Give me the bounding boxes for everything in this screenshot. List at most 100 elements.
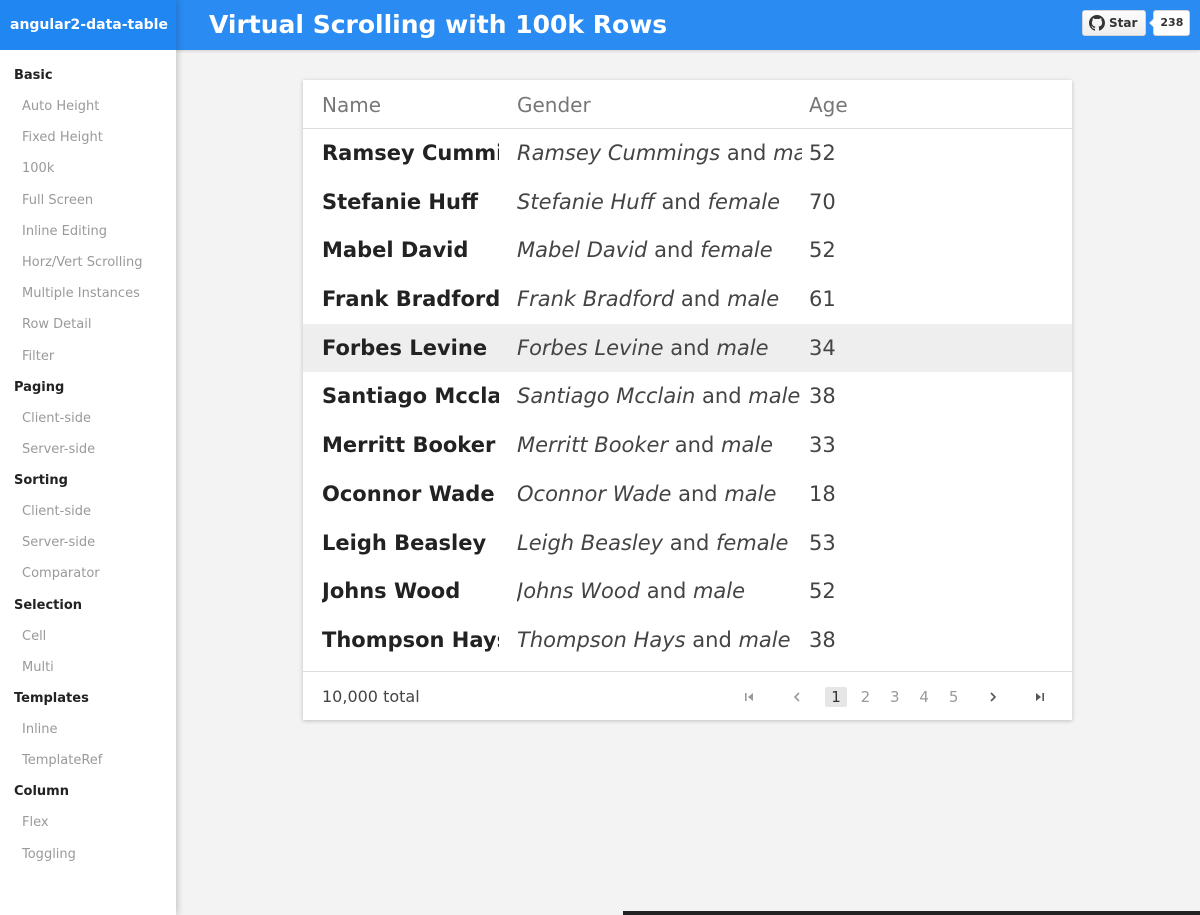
gender-cell-name: Merritt Booker — [517, 433, 669, 458]
last-page-icon[interactable] — [1030, 687, 1050, 707]
gender-cell-joiner: and — [674, 433, 715, 458]
gender-cell-joiner: and — [654, 238, 694, 263]
gender-cell-name: Mabel David — [517, 238, 648, 263]
sidebar-item-selection-cell[interactable]: Cell — [0, 621, 176, 652]
table-row[interactable]: Oconnor Wade Oconnor Wade and male 18 — [303, 470, 1072, 519]
sidebar-item-basic-row-detail[interactable]: Row Detail — [0, 309, 176, 340]
age-cell: 38 — [809, 384, 836, 409]
sidebar-nav: Basic Auto Height Fixed Height 100k Full Scr… — [0, 50, 176, 870]
github-star-label: Star — [1109, 16, 1138, 30]
gender-cell-gender: male — [692, 579, 746, 604]
table-row[interactable]: Frank Bradford Frank Bradford and male 61 — [303, 275, 1072, 324]
age-cell: 52 — [809, 579, 836, 604]
sidebar-item-basic-filter[interactable]: Filter — [0, 341, 176, 372]
table-row[interactable]: Leigh Beasley Leigh Beasley and female 53 — [303, 519, 1072, 568]
name-cell: Merritt Booker — [322, 433, 496, 458]
github-star-widget: Star 238 — [1082, 10, 1191, 36]
gender-cell-gender: male — [738, 627, 791, 652]
age-cell: 52 — [809, 141, 836, 165]
table-row[interactable]: Merritt Booker Merritt Booker and male 33 — [303, 421, 1072, 470]
gender-cell-joiner: and — [680, 287, 721, 312]
name-cell: Forbes Levine — [322, 335, 488, 360]
table-row[interactable]: Ramsey CummingsRamsey Cummings and male 5… — [303, 129, 1072, 178]
gender-cell-name: Forbes Levine — [517, 335, 664, 360]
page-5-button[interactable]: 5 — [943, 687, 965, 707]
nav-section-sorting: Sorting — [14, 473, 68, 489]
sidebar-item-templates-inline[interactable]: Inline — [0, 714, 176, 745]
bottom-window-edge — [623, 911, 1200, 915]
page-2-button[interactable]: 2 — [854, 687, 876, 707]
nav-section-basic: Basic — [14, 68, 53, 83]
age-cell: 34 — [809, 335, 836, 360]
sidebar-item-basic-100k[interactable]: 100k — [0, 153, 176, 184]
column-header-age[interactable]: Age — [809, 80, 848, 130]
github-star-button[interactable]: Star — [1082, 10, 1147, 36]
brand-title[interactable]: angular2-data-table — [0, 0, 176, 50]
table-row[interactable]: Thompson Hays Thompson Hays and male 38 — [303, 616, 1072, 665]
first-page-icon[interactable] — [739, 687, 759, 707]
column-header-gender[interactable]: Gender — [517, 80, 591, 130]
column-header-name[interactable]: Name — [322, 80, 381, 130]
gender-cell-gender: male — [721, 433, 774, 458]
gender-cell-joiner: and — [646, 579, 687, 604]
github-icon — [1089, 15, 1105, 31]
name-cell: Thompson Hays — [322, 627, 499, 652]
gender-cell-name: Ramsey Cummings — [517, 141, 721, 165]
table-header: Name Gender Age — [303, 80, 1072, 129]
sidebar-item-paging-server-side[interactable]: Server-side — [0, 434, 176, 465]
gender-cell-name: Thompson Hays — [517, 627, 686, 652]
name-cell: Stefanie Huff — [322, 189, 478, 214]
gender-cell-name: Stefanie Huff — [517, 189, 655, 214]
gender-cell-gender: male — [727, 287, 780, 312]
age-cell: 38 — [809, 627, 836, 652]
gender-cell: Oconnor Wade and male — [517, 470, 802, 519]
page-3-button[interactable]: 3 — [884, 687, 906, 707]
sidebar-item-basic-horz-vert-scrolling[interactable]: Horz/Vert Scrolling — [0, 247, 176, 278]
sidebar-item-paging-client-side[interactable]: Client-side — [0, 403, 176, 434]
gender-cell-joiner: and — [726, 141, 767, 165]
age-cell: 33 — [809, 433, 836, 458]
prev-page-icon[interactable] — [787, 687, 807, 707]
table-row[interactable]: Johns Wood Johns Wood and male 52 — [303, 567, 1072, 616]
page-title: Virtual Scrolling with 100k Rows — [209, 10, 668, 39]
sidebar-item-sorting-server-side[interactable]: Server-side — [0, 527, 176, 558]
table-footer: 10,000 total 12345 — [303, 671, 1072, 720]
page-1-button[interactable]: 1 — [825, 687, 847, 707]
name-cell: Mabel David — [322, 238, 469, 263]
sidebar-item-column-toggling[interactable]: Toggling — [0, 839, 176, 870]
nav-section-templates: Templates — [14, 691, 89, 706]
sidebar-item-selection-multi[interactable]: Multi — [0, 652, 176, 683]
table-row[interactable]: Stefanie Huff Stefanie Huff and female 70 — [303, 178, 1072, 227]
gender-cell-gender: male — [773, 141, 802, 165]
github-star-count[interactable]: 238 — [1149, 10, 1191, 36]
gender-cell-joiner: and — [692, 627, 732, 652]
table-row[interactable]: Mabel David Mabel David and female 52 — [303, 226, 1072, 275]
age-cell: 52 — [809, 238, 836, 263]
sidebar-item-basic-full-screen[interactable]: Full Screen — [0, 185, 176, 216]
gender-cell-gender: male — [748, 384, 801, 409]
sidebar-item-basic-multiple-instances[interactable]: Multiple Instances — [0, 278, 176, 309]
nav-section-selection: Selection — [14, 597, 83, 613]
name-cell: Leigh Beasley — [322, 530, 487, 555]
sidebar-item-column-flex[interactable]: Flex — [0, 807, 176, 838]
page-4-button[interactable]: 4 — [913, 687, 935, 707]
sidebar-item-basic-fixed-height[interactable]: Fixed Height — [0, 122, 176, 153]
age-cell: 61 — [809, 287, 836, 312]
gender-cell-gender: female — [707, 189, 781, 214]
table-row[interactable]: Forbes Levine Forbes Levine and male 34 — [303, 323, 1072, 373]
sidebar-item-basic-inline-editing[interactable]: Inline Editing — [0, 216, 176, 247]
sidebar-item-sorting-comparator[interactable]: Comparator — [0, 558, 176, 589]
sidebar-item-basic-auto-height[interactable]: Auto Height — [0, 91, 176, 122]
age-cell: 18 — [809, 481, 836, 506]
table-row[interactable]: Santiago McclainSantiago Mcclain and mal… — [303, 372, 1072, 421]
nav-section-paging: Paging — [14, 379, 65, 395]
next-page-icon[interactable] — [983, 687, 1003, 707]
gender-cell: Leigh Beasley and female — [517, 519, 802, 568]
gender-cell-joiner: and — [669, 530, 710, 555]
sidebar-item-sorting-client-side[interactable]: Client-side — [0, 496, 176, 527]
age-cell: 70 — [809, 189, 836, 214]
gender-cell-gender: male — [724, 481, 777, 506]
gender-cell: Ramsey Cummings and male — [517, 129, 802, 178]
sidebar-item-templates-templateref[interactable]: TemplateRef — [0, 745, 176, 776]
sidebar: angular2-data-table Basic Auto Height Fixe… — [0, 0, 176, 915]
